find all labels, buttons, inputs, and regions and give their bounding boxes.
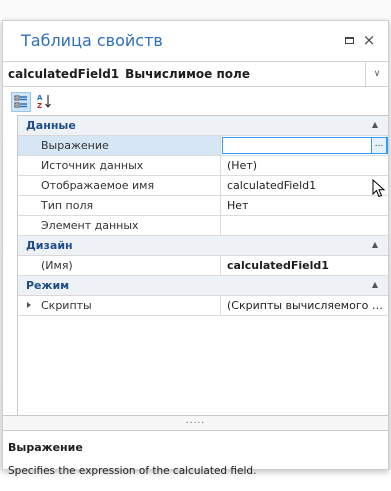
properties-panel: Таблица свойств × calculatedField1 Вычисл… — [2, 20, 389, 477]
property-name: Скрипты — [18, 296, 221, 315]
alphabetical-sort-button[interactable]: A Z — [36, 92, 54, 110]
chevron-down-icon: ∨ — [373, 69, 381, 79]
svg-text:A: A — [37, 94, 43, 102]
panel-title: Таблица свойств — [21, 31, 163, 50]
close-button[interactable]: × — [361, 32, 377, 48]
category-label: Режим — [26, 279, 70, 292]
property-grid: Данные ▲ Выражение ... Источник данных (… — [17, 115, 388, 415]
maximize-button[interactable] — [341, 32, 357, 48]
object-type: Вычислимое поле — [125, 67, 250, 81]
property-name: Тип поля — [18, 196, 221, 215]
property-value[interactable] — [222, 216, 388, 235]
description-splitter[interactable]: ..... — [3, 415, 388, 431]
property-value[interactable]: calculatedField1 — [222, 256, 388, 275]
property-row-data-member[interactable]: Элемент данных — [18, 216, 388, 236]
property-name: Отображаемое имя — [18, 176, 221, 195]
toolbar: A Z — [3, 87, 388, 115]
object-name-text: calculatedField1 — [8, 67, 120, 81]
category-label: Дизайн — [26, 239, 73, 252]
expression-value-input[interactable]: ... — [222, 137, 388, 154]
svg-text:Z: Z — [37, 102, 42, 109]
categorized-view-icon — [14, 95, 27, 108]
collapse-icon[interactable]: ▲ — [372, 120, 378, 129]
property-name: Выражение — [18, 136, 221, 155]
property-row-data-source[interactable]: Источник данных (Нет) — [18, 156, 388, 176]
property-row-name[interactable]: (Имя) calculatedField1 — [18, 256, 388, 276]
ellipsis-icon: ... — [374, 139, 384, 149]
ellipsis-button[interactable]: ... — [371, 137, 387, 154]
property-name: Источник данных — [18, 156, 221, 175]
category-design[interactable]: Дизайн ▲ — [18, 236, 388, 256]
description-title: Выражение — [8, 441, 83, 454]
property-value[interactable]: (Скрипты вычисляемого п... — [222, 296, 388, 315]
property-name: (Имя) — [18, 256, 221, 275]
splitter-grip: ..... — [185, 416, 206, 426]
mouse-cursor-icon — [372, 179, 386, 198]
property-row-expression[interactable]: Выражение ... — [18, 136, 388, 156]
category-data[interactable]: Данные ▲ — [18, 116, 388, 136]
property-row-scripts[interactable]: Скрипты (Скрипты вычисляемого п... — [18, 296, 388, 316]
category-mode[interactable]: Режим ▲ — [18, 276, 388, 296]
property-value[interactable]: (Нет) — [222, 156, 388, 175]
maximize-icon — [344, 36, 354, 44]
category-label: Данные — [26, 119, 76, 132]
description-pane: Выражение Specifies the expression of th… — [3, 431, 388, 491]
description-text: Specifies the expression of the calculat… — [8, 465, 257, 477]
categorized-view-button[interactable] — [11, 92, 31, 112]
collapse-icon[interactable]: ▲ — [372, 240, 378, 249]
alphabetical-sort-icon: A Z — [37, 94, 51, 109]
property-row-field-type[interactable]: Тип поля Нет — [18, 196, 388, 216]
collapse-icon[interactable]: ▲ — [372, 280, 378, 289]
close-icon: × — [362, 31, 376, 49]
property-value[interactable]: Нет — [222, 196, 388, 215]
property-name: Элемент данных — [18, 216, 221, 235]
object-selector-dropdown-button[interactable]: ∨ — [365, 62, 388, 86]
property-value[interactable]: calculatedField1 — [222, 176, 388, 195]
property-row-display-name[interactable]: Отображаемое имя calculatedField1 — [18, 176, 388, 196]
object-name: calculatedField1 Вычислимое поле — [8, 67, 250, 81]
title-bar: Таблица свойств × — [3, 21, 388, 61]
object-selector[interactable]: calculatedField1 Вычислимое поле ∨ — [3, 61, 388, 87]
